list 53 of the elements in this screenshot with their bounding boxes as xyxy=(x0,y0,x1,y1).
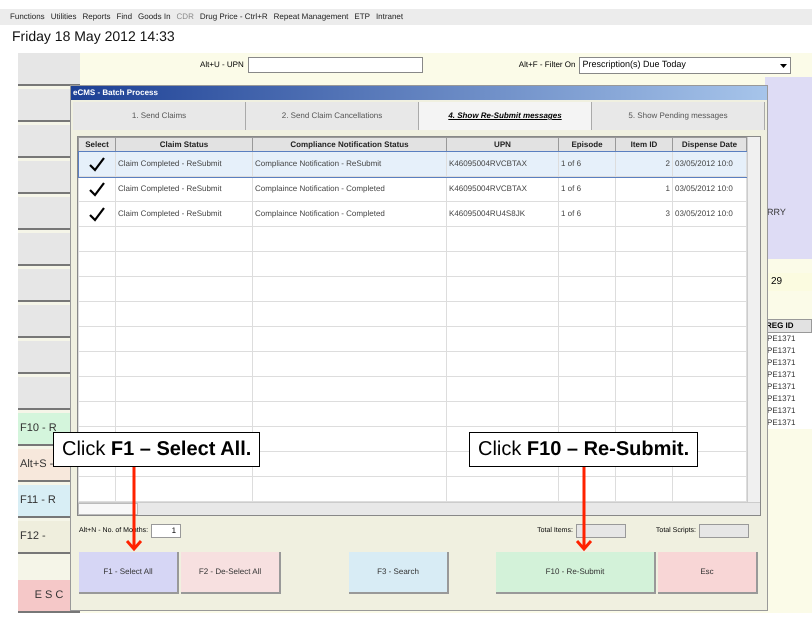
table-cell: Claim Completed - ReSubmit xyxy=(116,176,252,202)
table-cell: K46095004RVCBTAX xyxy=(446,152,558,176)
check-icon xyxy=(88,181,106,197)
menu-item[interactable]: Drug Price - Ctrl+R xyxy=(200,11,268,23)
table-cell: 1 of 6 xyxy=(558,202,616,226)
table-cell: Complaince Notification - Completed xyxy=(252,202,446,226)
callout-text: Click F1 – Select All. xyxy=(53,432,260,467)
window-title: eCMS - Batch Process xyxy=(71,86,767,100)
menu-item[interactable]: Intranet xyxy=(376,11,404,23)
selected-row[interactable]: Claim Completed - ReSubmit Compliance Notification - ReSubmit K46095004RVCBTAX 1 of 6 2 03/05/2012 10:0 xyxy=(78,152,746,176)
tab[interactable]: 2. Send Claim Cancellations xyxy=(246,102,419,130)
action-button[interactable]: F1 - Select All xyxy=(79,552,179,594)
filter-label: Alt+F - Filter On xyxy=(518,59,576,71)
table-cell: K46095004RU4S8JK xyxy=(446,202,558,226)
action-button[interactable]: F3 - Search xyxy=(349,552,449,594)
tab[interactable]: 5. Show Pending messages xyxy=(592,102,765,130)
table-cell: 3 xyxy=(616,202,672,226)
arrow-icon xyxy=(576,467,592,552)
action-button[interactable]: F2 - De-Select All xyxy=(181,552,281,594)
callout-text: Click F10 – Re-Submit. xyxy=(469,432,698,467)
menu-item[interactable]: ETP xyxy=(354,11,370,23)
total-scripts-field xyxy=(699,524,749,538)
horizontal-scrollbar[interactable] xyxy=(78,502,760,515)
side-button[interactable] xyxy=(18,53,80,86)
menu-item[interactable]: Repeat Management xyxy=(274,11,348,23)
upn-field[interactable] xyxy=(248,57,423,73)
date-time: Friday 18 May 2012 14:33 xyxy=(11,27,176,46)
check-icon xyxy=(88,206,106,222)
action-button[interactable]: Esc xyxy=(658,552,758,594)
upn-label: Alt+U - UPN xyxy=(200,59,244,71)
table-cell: Complaince Notification - Completed xyxy=(252,176,446,202)
vertical-scrollbar[interactable] xyxy=(747,137,760,502)
menu-item[interactable]: Find xyxy=(116,11,132,23)
table-cell: K46095004RVCBTAX xyxy=(446,176,558,202)
filter-dropdown[interactable]: Prescription(s) Due Today xyxy=(579,56,792,74)
menu-item[interactable]: Reports xyxy=(82,11,110,23)
menu-item[interactable]: Functions xyxy=(10,11,45,23)
count-text: 29 xyxy=(765,273,812,291)
menu-item[interactable]: Utilities xyxy=(50,11,76,23)
table-cell: 2 xyxy=(616,152,672,176)
tab[interactable]: 1. Send Claims xyxy=(73,102,246,130)
action-button[interactable]: F10 - Re-Submit xyxy=(496,552,656,594)
table-cell: Claim Completed - ReSubmit xyxy=(116,152,252,176)
table-cell: Claim Completed - ReSubmit xyxy=(116,202,252,226)
table-cell: 1 of 6 xyxy=(558,152,616,176)
table-cell: 1 xyxy=(616,176,672,202)
check-icon xyxy=(88,156,106,172)
months-field[interactable]: 1 xyxy=(151,524,182,538)
table-cell: Compliance Notification - ReSubmit xyxy=(252,152,446,176)
table-cell: 1 of 6 xyxy=(558,176,616,202)
total-items-field xyxy=(576,524,626,538)
tab[interactable]: 4. Show Re-Submit messages xyxy=(419,102,592,130)
menu-item[interactable]: Goods In xyxy=(138,11,171,23)
